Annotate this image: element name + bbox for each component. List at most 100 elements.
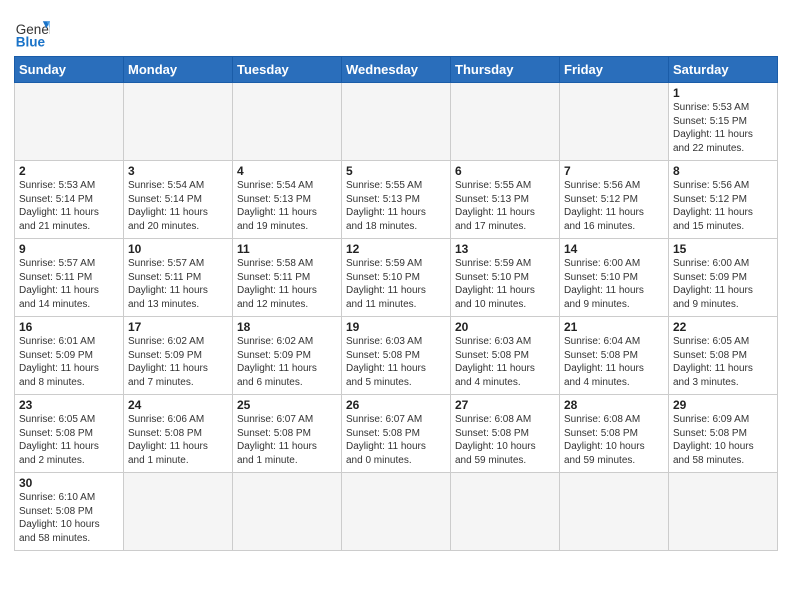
weekday-header-tuesday: Tuesday <box>233 57 342 83</box>
header: General Blue <box>14 10 778 50</box>
weekday-header-saturday: Saturday <box>669 57 778 83</box>
day-number: 5 <box>346 164 446 178</box>
calendar-cell <box>560 83 669 161</box>
weekday-header-monday: Monday <box>124 57 233 83</box>
generalblue-logo-icon: General Blue <box>14 14 50 50</box>
calendar-cell: 11Sunrise: 5:58 AM Sunset: 5:11 PM Dayli… <box>233 239 342 317</box>
day-info: Sunrise: 5:57 AM Sunset: 5:11 PM Dayligh… <box>19 257 119 311</box>
calendar-cell: 28Sunrise: 6:08 AM Sunset: 5:08 PM Dayli… <box>560 395 669 473</box>
day-number: 13 <box>455 242 555 256</box>
calendar-cell: 9Sunrise: 5:57 AM Sunset: 5:11 PM Daylig… <box>15 239 124 317</box>
day-number: 20 <box>455 320 555 334</box>
calendar-cell: 6Sunrise: 5:55 AM Sunset: 5:13 PM Daylig… <box>451 161 560 239</box>
calendar-cell: 29Sunrise: 6:09 AM Sunset: 5:08 PM Dayli… <box>669 395 778 473</box>
calendar-cell <box>342 83 451 161</box>
calendar-cell: 20Sunrise: 6:03 AM Sunset: 5:08 PM Dayli… <box>451 317 560 395</box>
calendar-cell <box>669 473 778 551</box>
day-info: Sunrise: 6:05 AM Sunset: 5:08 PM Dayligh… <box>19 413 119 467</box>
day-number: 22 <box>673 320 773 334</box>
calendar-cell: 24Sunrise: 6:06 AM Sunset: 5:08 PM Dayli… <box>124 395 233 473</box>
day-info: Sunrise: 5:59 AM Sunset: 5:10 PM Dayligh… <box>346 257 446 311</box>
calendar-cell: 4Sunrise: 5:54 AM Sunset: 5:13 PM Daylig… <box>233 161 342 239</box>
calendar-cell <box>451 83 560 161</box>
calendar-cell <box>124 83 233 161</box>
day-number: 9 <box>19 242 119 256</box>
day-number: 23 <box>19 398 119 412</box>
calendar-cell <box>342 473 451 551</box>
day-number: 12 <box>346 242 446 256</box>
calendar-cell: 30Sunrise: 6:10 AM Sunset: 5:08 PM Dayli… <box>15 473 124 551</box>
weekday-header-sunday: Sunday <box>15 57 124 83</box>
calendar-week-row: 1Sunrise: 5:53 AM Sunset: 5:15 PM Daylig… <box>15 83 778 161</box>
day-number: 15 <box>673 242 773 256</box>
calendar-cell: 15Sunrise: 6:00 AM Sunset: 5:09 PM Dayli… <box>669 239 778 317</box>
day-number: 7 <box>564 164 664 178</box>
weekday-header-row: SundayMondayTuesdayWednesdayThursdayFrid… <box>15 57 778 83</box>
calendar-cell: 13Sunrise: 5:59 AM Sunset: 5:10 PM Dayli… <box>451 239 560 317</box>
day-number: 17 <box>128 320 228 334</box>
logo: General Blue <box>14 14 50 50</box>
day-number: 4 <box>237 164 337 178</box>
calendar-cell: 23Sunrise: 6:05 AM Sunset: 5:08 PM Dayli… <box>15 395 124 473</box>
calendar-cell: 22Sunrise: 6:05 AM Sunset: 5:08 PM Dayli… <box>669 317 778 395</box>
day-info: Sunrise: 5:58 AM Sunset: 5:11 PM Dayligh… <box>237 257 337 311</box>
calendar-cell: 16Sunrise: 6:01 AM Sunset: 5:09 PM Dayli… <box>15 317 124 395</box>
calendar-cell: 17Sunrise: 6:02 AM Sunset: 5:09 PM Dayli… <box>124 317 233 395</box>
day-info: Sunrise: 6:03 AM Sunset: 5:08 PM Dayligh… <box>455 335 555 389</box>
day-info: Sunrise: 6:06 AM Sunset: 5:08 PM Dayligh… <box>128 413 228 467</box>
day-info: Sunrise: 6:00 AM Sunset: 5:10 PM Dayligh… <box>564 257 664 311</box>
day-number: 14 <box>564 242 664 256</box>
day-info: Sunrise: 5:53 AM Sunset: 5:15 PM Dayligh… <box>673 101 773 155</box>
weekday-header-thursday: Thursday <box>451 57 560 83</box>
day-number: 21 <box>564 320 664 334</box>
svg-text:Blue: Blue <box>16 34 46 49</box>
calendar-page: General Blue SundayMondayTuesdayWednesda… <box>0 0 792 612</box>
day-number: 11 <box>237 242 337 256</box>
day-info: Sunrise: 6:03 AM Sunset: 5:08 PM Dayligh… <box>346 335 446 389</box>
calendar-cell: 14Sunrise: 6:00 AM Sunset: 5:10 PM Dayli… <box>560 239 669 317</box>
day-number: 28 <box>564 398 664 412</box>
calendar-cell: 21Sunrise: 6:04 AM Sunset: 5:08 PM Dayli… <box>560 317 669 395</box>
calendar-body: 1Sunrise: 5:53 AM Sunset: 5:15 PM Daylig… <box>15 83 778 551</box>
day-number: 10 <box>128 242 228 256</box>
day-info: Sunrise: 6:04 AM Sunset: 5:08 PM Dayligh… <box>564 335 664 389</box>
calendar-cell <box>233 83 342 161</box>
day-number: 24 <box>128 398 228 412</box>
day-info: Sunrise: 6:07 AM Sunset: 5:08 PM Dayligh… <box>346 413 446 467</box>
calendar-cell: 1Sunrise: 5:53 AM Sunset: 5:15 PM Daylig… <box>669 83 778 161</box>
day-info: Sunrise: 6:10 AM Sunset: 5:08 PM Dayligh… <box>19 491 119 545</box>
day-info: Sunrise: 6:05 AM Sunset: 5:08 PM Dayligh… <box>673 335 773 389</box>
weekday-header-friday: Friday <box>560 57 669 83</box>
day-info: Sunrise: 6:02 AM Sunset: 5:09 PM Dayligh… <box>128 335 228 389</box>
calendar-week-row: 2Sunrise: 5:53 AM Sunset: 5:14 PM Daylig… <box>15 161 778 239</box>
calendar-cell: 3Sunrise: 5:54 AM Sunset: 5:14 PM Daylig… <box>124 161 233 239</box>
calendar-week-row: 9Sunrise: 5:57 AM Sunset: 5:11 PM Daylig… <box>15 239 778 317</box>
calendar-cell <box>451 473 560 551</box>
calendar-cell: 18Sunrise: 6:02 AM Sunset: 5:09 PM Dayli… <box>233 317 342 395</box>
calendar-cell: 19Sunrise: 6:03 AM Sunset: 5:08 PM Dayli… <box>342 317 451 395</box>
calendar-cell: 2Sunrise: 5:53 AM Sunset: 5:14 PM Daylig… <box>15 161 124 239</box>
day-info: Sunrise: 5:59 AM Sunset: 5:10 PM Dayligh… <box>455 257 555 311</box>
day-info: Sunrise: 6:08 AM Sunset: 5:08 PM Dayligh… <box>564 413 664 467</box>
calendar-cell <box>124 473 233 551</box>
calendar-cell: 10Sunrise: 5:57 AM Sunset: 5:11 PM Dayli… <box>124 239 233 317</box>
calendar-cell: 27Sunrise: 6:08 AM Sunset: 5:08 PM Dayli… <box>451 395 560 473</box>
day-info: Sunrise: 5:55 AM Sunset: 5:13 PM Dayligh… <box>455 179 555 233</box>
calendar-table: SundayMondayTuesdayWednesdayThursdayFrid… <box>14 56 778 551</box>
day-number: 3 <box>128 164 228 178</box>
day-number: 8 <box>673 164 773 178</box>
weekday-header-wednesday: Wednesday <box>342 57 451 83</box>
day-info: Sunrise: 6:01 AM Sunset: 5:09 PM Dayligh… <box>19 335 119 389</box>
day-info: Sunrise: 5:55 AM Sunset: 5:13 PM Dayligh… <box>346 179 446 233</box>
calendar-week-row: 30Sunrise: 6:10 AM Sunset: 5:08 PM Dayli… <box>15 473 778 551</box>
day-number: 27 <box>455 398 555 412</box>
day-info: Sunrise: 6:07 AM Sunset: 5:08 PM Dayligh… <box>237 413 337 467</box>
day-number: 16 <box>19 320 119 334</box>
calendar-cell <box>233 473 342 551</box>
day-number: 6 <box>455 164 555 178</box>
calendar-header: SundayMondayTuesdayWednesdayThursdayFrid… <box>15 57 778 83</box>
day-info: Sunrise: 5:54 AM Sunset: 5:13 PM Dayligh… <box>237 179 337 233</box>
calendar-cell <box>560 473 669 551</box>
day-number: 18 <box>237 320 337 334</box>
day-number: 30 <box>19 476 119 490</box>
